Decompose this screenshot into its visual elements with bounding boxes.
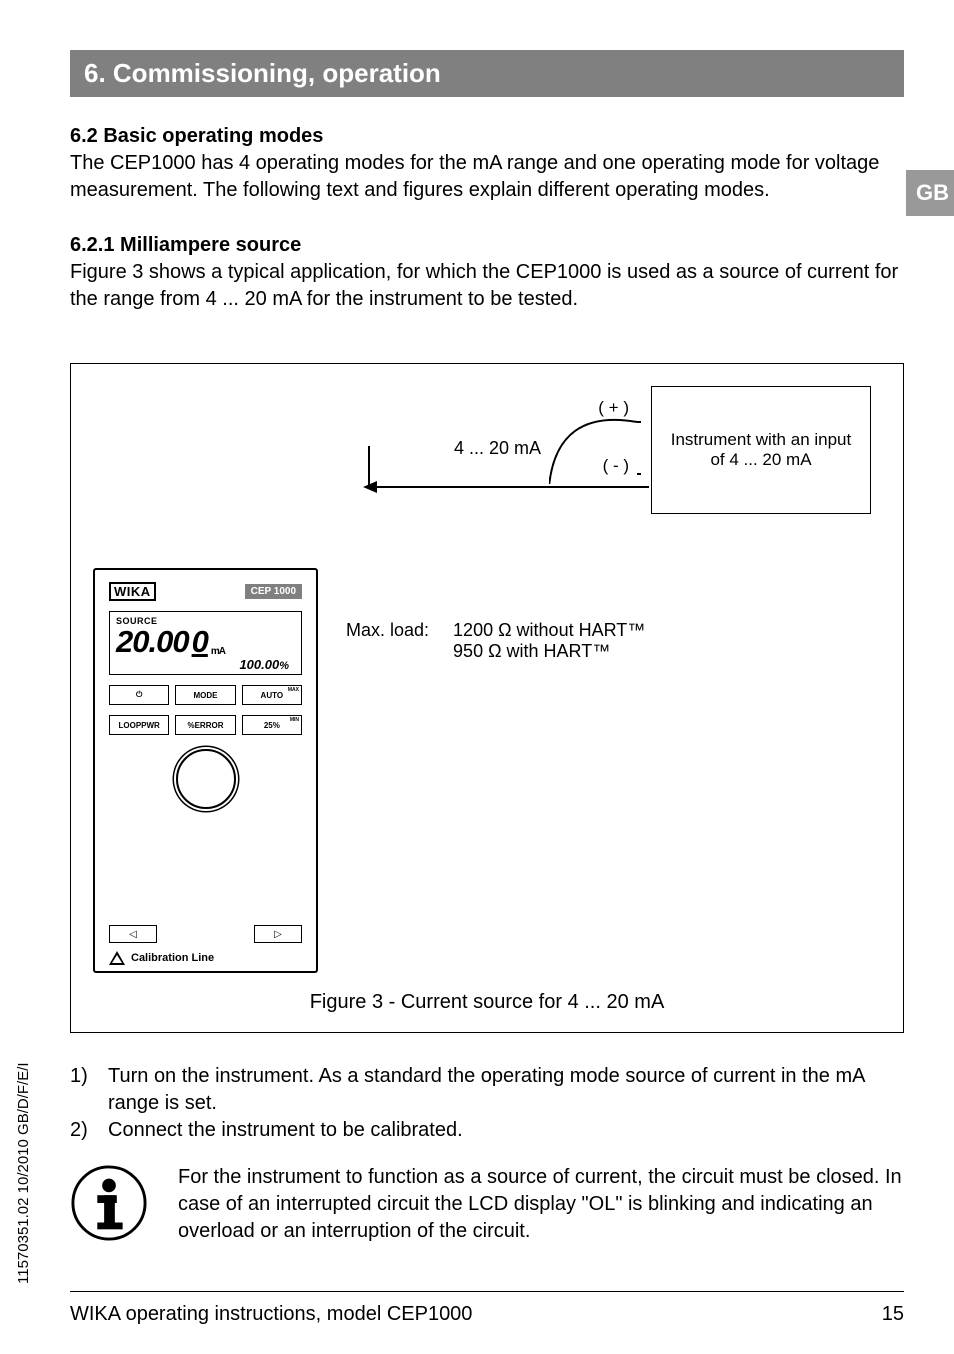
step-text: Turn on the instrument. As a standard th… xyxy=(108,1063,904,1117)
warning-icon xyxy=(109,951,125,965)
step-text: Connect the instrument to be calibrated. xyxy=(108,1117,463,1144)
max-load-block: Max. load: 1200 Ω without HART™ 950 Ω wi… xyxy=(346,568,645,662)
instrument-text-l1: Instrument with an input xyxy=(658,430,864,450)
auto-button: AUTOMAX xyxy=(242,685,302,705)
device-illustration: WIKA CEP 1000 SOURCE 20.000 mA 100.00% ⏻… xyxy=(93,568,318,973)
max-load-line2: 950 Ω with HART™ xyxy=(453,641,645,662)
device-brand: WIKA xyxy=(109,582,156,601)
document-code: 11570351.02 10/2010 GB/D/F/E/I xyxy=(15,1062,32,1284)
reading-value: 20.000 mA xyxy=(116,626,295,657)
wire-line xyxy=(369,486,649,488)
info-icon xyxy=(70,1164,148,1242)
reading-unit: mA xyxy=(211,647,225,657)
subsection-title-6-2-1: 6.2.1 Milliampere source xyxy=(70,234,904,257)
error-button: %ERROR xyxy=(175,715,235,735)
info-text: For the instrument to function as a sour… xyxy=(178,1164,904,1245)
footer-separator xyxy=(70,1291,904,1293)
minus-label: ( - ) xyxy=(603,456,629,476)
power-button: ⏻ xyxy=(109,685,169,705)
arrow-icon xyxy=(363,481,377,493)
25pct-button: 25%MIN xyxy=(242,715,302,735)
step-1: 1) Turn on the instrument. As a standard… xyxy=(70,1063,904,1117)
reading-last-digit: 0 xyxy=(192,626,208,657)
page-number: 15 xyxy=(882,1303,904,1326)
step-2: 2) Connect the instrument to be calibrat… xyxy=(70,1117,904,1144)
body-text: The CEP1000 has 4 operating modes for th… xyxy=(70,150,904,204)
max-load-line1: 1200 Ω without HART™ xyxy=(453,620,645,641)
looppwr-button: LOOPPWR xyxy=(109,715,169,735)
instrument-text-l2: of 4 ... 20 mA xyxy=(658,450,864,470)
dial-knob xyxy=(176,749,236,809)
plus-label: ( + ) xyxy=(598,398,629,418)
subsection-title-6-2: 6.2 Basic operating modes xyxy=(70,125,904,148)
figure-3: ( + ) ( - ) 4 ... 20 mA Instrument with … xyxy=(70,363,904,1033)
nav-right-button: ▷ xyxy=(254,925,302,943)
device-screen: SOURCE 20.000 mA 100.00% xyxy=(109,611,302,675)
calibration-line: Calibration Line xyxy=(109,951,302,965)
nav-left-button: ◁ xyxy=(109,925,157,943)
device-model: CEP 1000 xyxy=(245,584,302,599)
mode-button: MODE xyxy=(175,685,235,705)
language-tab: GB xyxy=(906,170,954,216)
step-number: 2) xyxy=(70,1117,96,1144)
percent-value: 100.00% xyxy=(116,657,295,672)
section-header: 6. Commissioning, operation xyxy=(70,50,904,97)
ma-range-label: 4 ... 20 mA xyxy=(454,438,541,459)
reading-main: 20.00 xyxy=(116,626,189,657)
footer-left: WIKA operating instructions, model CEP10… xyxy=(70,1303,472,1326)
instrument-box: Instrument with an input of 4 ... 20 mA xyxy=(651,386,871,514)
body-text: Figure 3 shows a typical application, fo… xyxy=(70,259,904,313)
max-load-label: Max. load: xyxy=(346,620,429,662)
step-number: 1) xyxy=(70,1063,96,1117)
figure-caption: Figure 3 - Current source for 4 ... 20 m… xyxy=(93,973,881,1022)
